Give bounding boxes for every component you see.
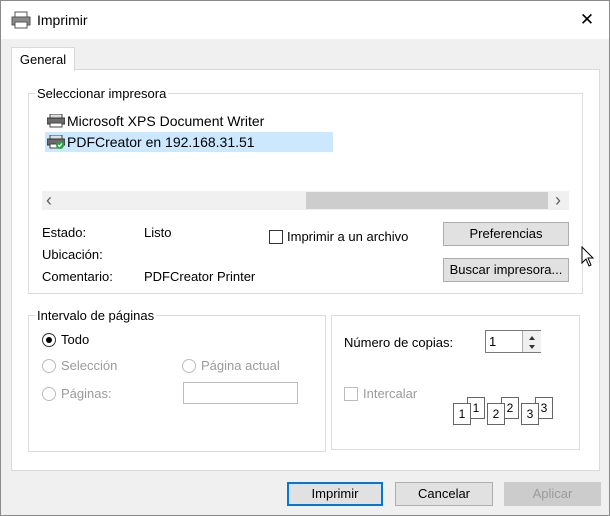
radio-current-page[interactable] (182, 359, 196, 373)
radio-all[interactable] (42, 333, 56, 347)
radio-current-page-label: Página actual (201, 358, 280, 373)
collate-illustration: 1 1 2 2 3 3 (453, 395, 557, 425)
print-button[interactable]: Imprimir (287, 482, 383, 506)
close-icon: ✕ (579, 10, 595, 29)
tab-general[interactable]: General (11, 47, 75, 71)
scrollbar-thumb[interactable] (306, 192, 548, 209)
title-bar[interactable]: Imprimir ✕ (1, 1, 609, 39)
status-label: Estado: (42, 225, 87, 240)
preferences-button-label: Preferencias (469, 226, 543, 241)
copies-stepper[interactable]: 1 (485, 330, 541, 353)
status-value: Listo (144, 225, 172, 240)
page-range-group: Intervalo de páginas (28, 308, 326, 452)
radio-pages-label: Páginas: (61, 386, 112, 401)
scroll-left-icon[interactable]: ‹ (46, 190, 52, 211)
preferences-button[interactable]: Preferencias (443, 222, 569, 246)
page-range-legend: Intervalo de páginas (37, 308, 155, 323)
radio-selected-dot (46, 337, 52, 343)
printer-list-scrollbar[interactable]: ‹ › (42, 190, 569, 211)
radio-selection-label: Selección (61, 358, 118, 373)
location-label: Ubicación: (42, 247, 103, 262)
printer-name: PDFCreator en 192.168.31.51 (67, 134, 255, 150)
printer-name: Microsoft XPS Document Writer (67, 113, 265, 129)
pages-input[interactable] (183, 382, 298, 404)
collate-label: Intercalar (363, 386, 418, 401)
tab-general-label: General (19, 52, 67, 67)
radio-pages[interactable] (42, 387, 56, 401)
close-button[interactable]: ✕ (573, 7, 601, 33)
copies-down-button[interactable] (522, 341, 541, 352)
print-button-label: Imprimir (311, 486, 359, 501)
collate-page: 1 (453, 403, 471, 425)
print-dialog: Imprimir ✕ General Seleccionar impresora… (0, 0, 610, 516)
window-title: Imprimir (37, 12, 88, 28)
printer-icon (11, 11, 31, 29)
apply-button-label: Aplicar (532, 486, 573, 501)
radio-all-label: Todo (61, 332, 90, 347)
collate-page: 2 (487, 403, 505, 425)
cancel-button[interactable]: Cancelar (395, 482, 493, 506)
printer-list-item[interactable]: Microsoft XPS Document Writer (45, 111, 327, 131)
cancel-button-label: Cancelar (417, 486, 471, 501)
radio-selection[interactable] (42, 359, 56, 373)
printer-default-icon (47, 135, 65, 149)
collate-page: 3 (521, 403, 539, 425)
printer-icon (47, 114, 65, 128)
select-printer-legend: Seleccionar impresora (37, 86, 167, 101)
apply-button[interactable]: Aplicar (504, 482, 601, 506)
copies-label: Número de copias: (344, 335, 454, 350)
printer-list-item-selected[interactable]: PDFCreator en 192.168.31.51 (45, 132, 333, 152)
comment-label: Comentario: (42, 269, 113, 284)
comment-value: PDFCreator Printer (144, 269, 256, 284)
print-to-file-checkbox[interactable] (269, 230, 283, 244)
chevron-down-icon (529, 345, 535, 349)
print-to-file-label: Imprimir a un archivo (287, 229, 409, 244)
mouse-cursor-icon (581, 246, 595, 267)
find-printer-button-label: Buscar impresora... (449, 262, 563, 277)
find-printer-button[interactable]: Buscar impresora... (443, 258, 569, 282)
scroll-right-icon[interactable]: › (555, 190, 561, 211)
copies-value: 1 (489, 334, 497, 349)
collate-checkbox[interactable] (344, 387, 358, 401)
